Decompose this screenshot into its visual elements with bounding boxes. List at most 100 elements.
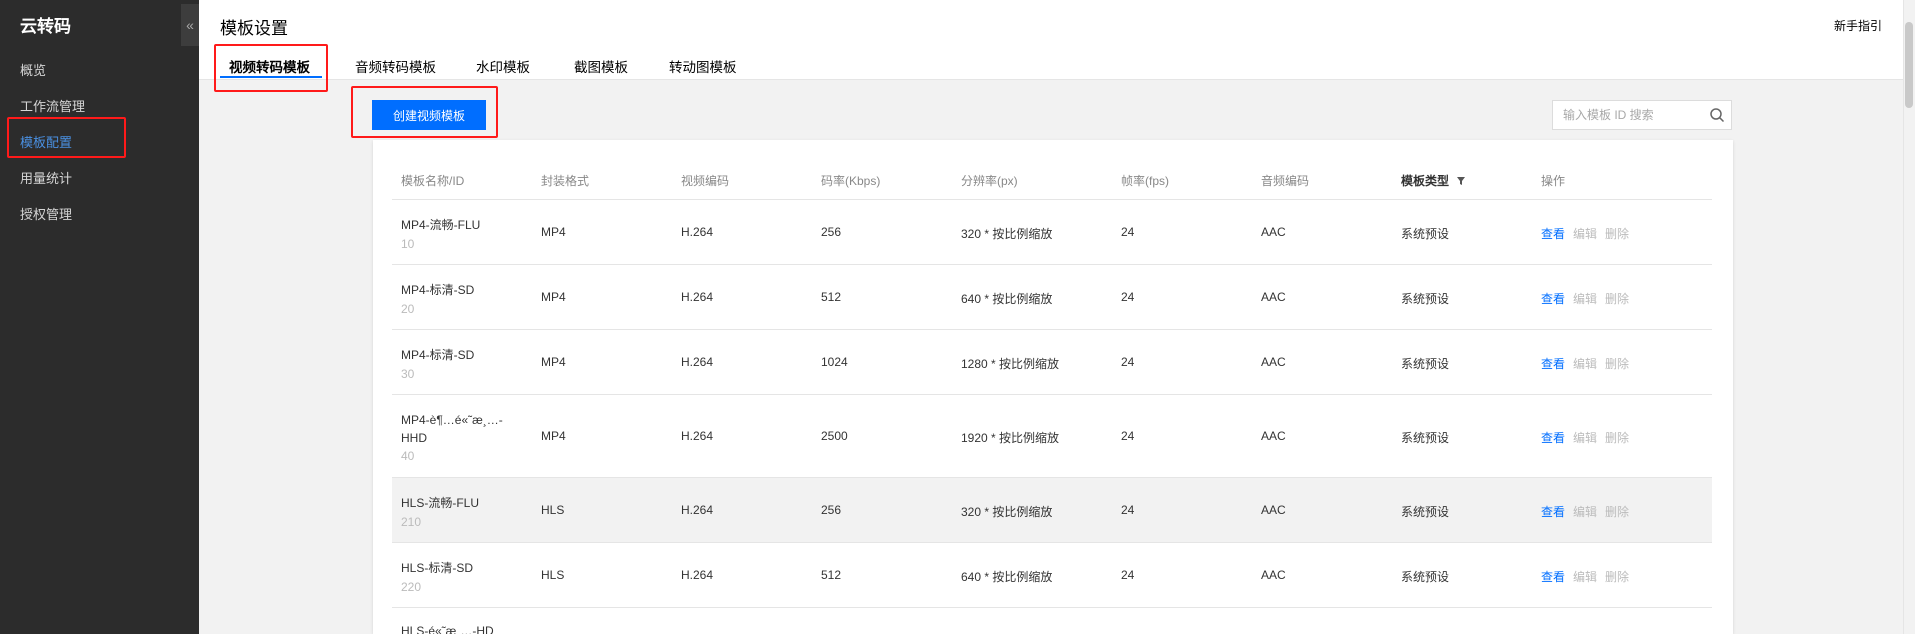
column-header-audio-codec: 音频编码 xyxy=(1261,174,1310,188)
format-cell: HLS xyxy=(541,568,565,582)
template-type-cell: 系统预设 xyxy=(1401,227,1450,241)
sidebar: 云转码 « 概览 工作流管理 模板配置 用量统计 授权管理 xyxy=(0,0,199,634)
column-header-type: 模板类型 xyxy=(1401,172,1466,189)
scrollbar[interactable] xyxy=(1903,0,1915,634)
delete-link: 删除 xyxy=(1605,292,1630,306)
template-id: 10 xyxy=(401,237,415,251)
filter-icon[interactable] xyxy=(1456,176,1466,186)
resolution-cell: 1920 * 按比例缩放 xyxy=(961,431,1060,445)
edit-link: 编辑 xyxy=(1573,292,1598,306)
sidebar-item-workflow[interactable]: 工作流管理 xyxy=(20,96,85,115)
fps-cell: 24 xyxy=(1121,503,1135,517)
edit-link: 编辑 xyxy=(1573,357,1598,371)
column-header-name: 模板名称/ID xyxy=(401,174,465,188)
sidebar-item-templates[interactable]: 模板配置 xyxy=(20,132,72,151)
active-tab-indicator xyxy=(220,76,322,78)
delete-link: 删除 xyxy=(1605,570,1630,584)
edit-link: 编辑 xyxy=(1573,431,1598,445)
sidebar-item-usage[interactable]: 用量统计 xyxy=(20,168,72,187)
bitrate-cell: 1024 xyxy=(821,355,848,369)
audio-codec-cell: AAC xyxy=(1261,429,1286,443)
delete-link: 删除 xyxy=(1605,227,1630,241)
column-header-fps: 帧率(fps) xyxy=(1121,174,1170,188)
resolution-cell: 640 * 按比例缩放 xyxy=(961,570,1053,584)
format-cell: HLS xyxy=(541,503,565,517)
fps-cell: 24 xyxy=(1121,290,1135,304)
resolution-cell: 640 * 按比例缩放 xyxy=(961,292,1053,306)
view-link[interactable]: 查看 xyxy=(1541,503,1565,520)
column-header-actions: 操作 xyxy=(1541,174,1566,188)
template-name-cell: MP4-标清-SD 20 xyxy=(401,281,474,316)
template-name: MP4-è¶…é«˜æ¸…- xyxy=(401,413,503,427)
delete-link: 删除 xyxy=(1605,505,1630,519)
collapse-sidebar-button[interactable]: « xyxy=(181,4,199,46)
template-id: 40 xyxy=(401,449,415,463)
resolution-cell: 320 * 按比例缩放 xyxy=(961,227,1053,241)
create-video-template-button[interactable]: 创建视频模板 xyxy=(372,100,486,130)
template-name: MP4-流畅-FLU xyxy=(401,218,481,232)
template-name: HLS-流畅-FLU xyxy=(401,496,480,510)
bitrate-cell: 2500 xyxy=(821,429,848,443)
video-codec-cell: H.264 xyxy=(681,568,714,582)
view-link[interactable]: 查看 xyxy=(1541,290,1565,307)
fps-cell: 24 xyxy=(1121,355,1135,369)
resolution-cell: 320 * 按比例缩放 xyxy=(961,505,1053,519)
tab-audio-transcode[interactable]: 音频转码模板 xyxy=(355,56,436,76)
bitrate-cell: 512 xyxy=(821,290,842,304)
guide-link[interactable]: 新手指引 xyxy=(1834,17,1882,34)
template-type-cell: 系统预设 xyxy=(1401,357,1450,371)
edit-link: 编辑 xyxy=(1573,505,1598,519)
search-input[interactable] xyxy=(1553,101,1701,129)
column-header-video-codec: 视频编码 xyxy=(681,174,730,188)
tab-watermark[interactable]: 水印模板 xyxy=(476,56,530,76)
delete-link: 删除 xyxy=(1605,357,1630,371)
template-id: 210 xyxy=(401,515,422,529)
template-name-cell: MP4-标清-SD 30 xyxy=(401,346,474,381)
video-codec-cell: H.264 xyxy=(681,225,714,239)
video-codec-cell: H.264 xyxy=(681,355,714,369)
fps-cell: 24 xyxy=(1121,429,1135,443)
bitrate-cell: 256 xyxy=(821,503,842,517)
fps-cell: 24 xyxy=(1121,225,1135,239)
view-link[interactable]: 查看 xyxy=(1541,225,1565,242)
audio-codec-cell: AAC xyxy=(1261,290,1286,304)
column-header-type-label: 模板类型 xyxy=(1401,174,1450,188)
template-name-continued: HHD xyxy=(401,431,427,445)
video-codec-cell: H.264 xyxy=(681,503,714,517)
audio-codec-cell: AAC xyxy=(1261,568,1286,582)
sidebar-item-auth[interactable]: 授权管理 xyxy=(20,204,72,223)
search-icon[interactable] xyxy=(1709,107,1725,123)
format-cell: MP4 xyxy=(541,429,566,443)
page-title: 模板设置 xyxy=(220,19,288,38)
fps-cell: 24 xyxy=(1121,568,1135,582)
sidebar-item-overview[interactable]: 概览 xyxy=(20,60,46,79)
template-name: HLS-é«˜æ¸…-HD xyxy=(401,624,494,634)
scrollbar-thumb[interactable] xyxy=(1905,22,1913,108)
resolution-cell: 1280 * 按比例缩放 xyxy=(961,357,1060,371)
delete-link: 删除 xyxy=(1605,431,1630,445)
template-name-cell: HLS-标清-SD 220 xyxy=(401,559,473,594)
audio-codec-cell: AAC xyxy=(1261,355,1286,369)
tab-video-transcode[interactable]: 视频转码模板 xyxy=(229,56,310,76)
audio-codec-cell: AAC xyxy=(1261,503,1286,517)
search-box xyxy=(1552,100,1732,130)
template-id: 220 xyxy=(401,580,422,594)
view-link[interactable]: 查看 xyxy=(1541,355,1565,372)
tab-screenshot[interactable]: 截图模板 xyxy=(574,56,628,76)
bitrate-cell: 512 xyxy=(821,568,842,582)
template-name-cell: HLS-流畅-FLU 210 xyxy=(401,494,479,529)
column-header-bitrate: 码率(Kbps) xyxy=(821,174,881,188)
template-type-cell: 系统预设 xyxy=(1401,292,1450,306)
template-name: MP4-标清-SD xyxy=(401,283,475,297)
bitrate-cell: 256 xyxy=(821,225,842,239)
tab-animated-image[interactable]: 转动图模板 xyxy=(669,56,737,76)
edit-link: 编辑 xyxy=(1573,227,1598,241)
view-link[interactable]: 查看 xyxy=(1541,568,1565,585)
template-name-cell: MP4-流畅-FLU 10 xyxy=(401,216,480,251)
template-name-cell: MP4-è¶…é«˜æ¸…- HHD 40 xyxy=(401,411,503,465)
template-type-cell: 系统预设 xyxy=(1401,505,1450,519)
column-header-resolution: 分辨率(px) xyxy=(961,174,1018,188)
template-id: 30 xyxy=(401,367,415,381)
video-codec-cell: H.264 xyxy=(681,429,714,443)
view-link[interactable]: 查看 xyxy=(1541,429,1565,446)
